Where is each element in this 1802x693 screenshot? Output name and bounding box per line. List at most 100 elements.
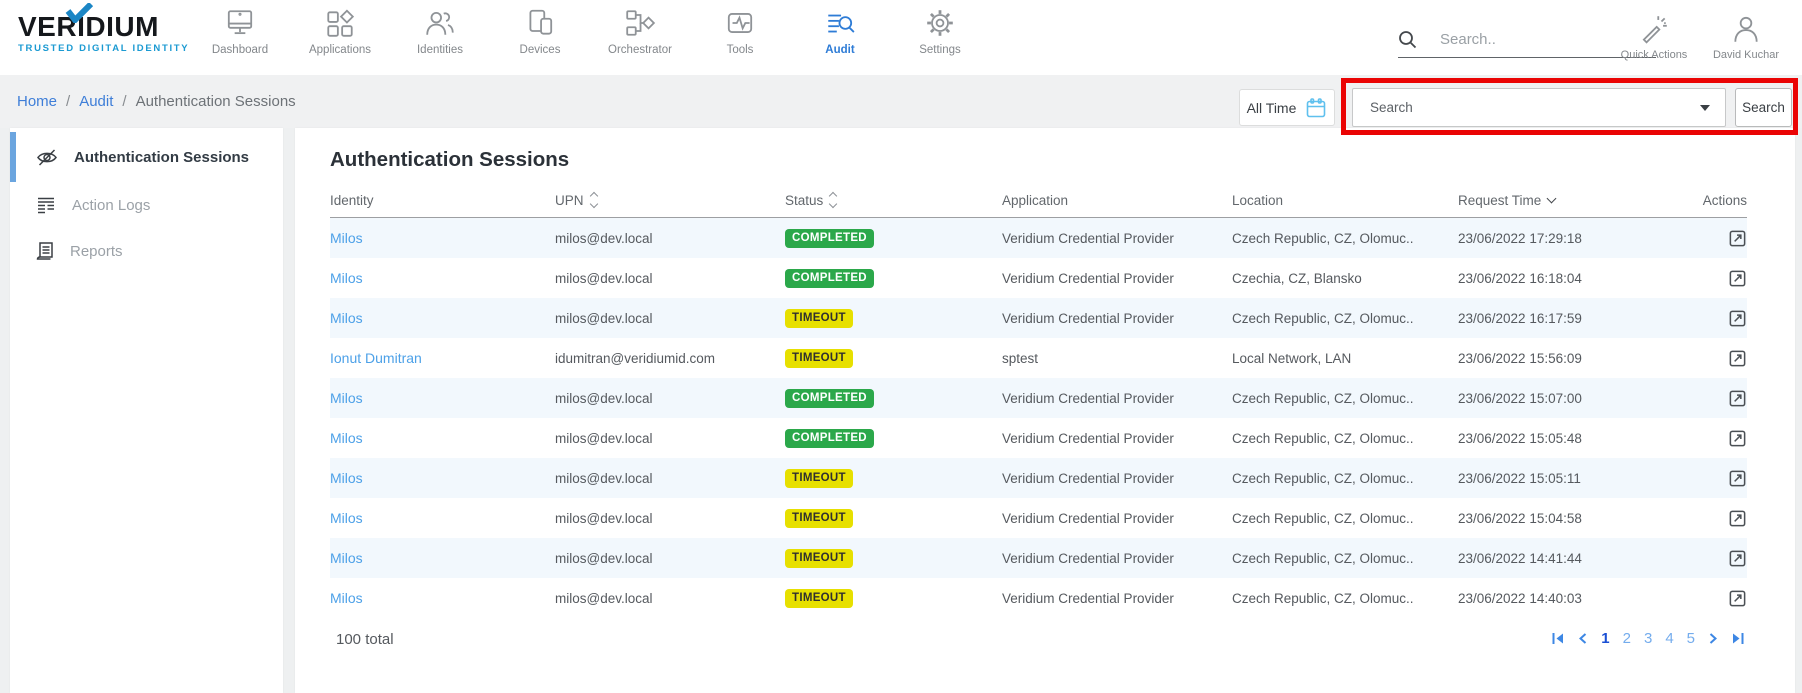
- global-search-placeholder: Search..: [1440, 31, 1496, 48]
- nav-item-tools[interactable]: Tools: [690, 7, 790, 56]
- open-session-icon[interactable]: [1728, 349, 1747, 368]
- status-badge: COMPLETED: [785, 429, 874, 448]
- application-cell: Veridium Credential Provider: [1002, 431, 1232, 446]
- status-badge: TIMEOUT: [785, 589, 853, 608]
- column-header-upn[interactable]: UPN: [555, 193, 785, 208]
- sidebar-item-label: Authentication Sessions: [74, 149, 249, 166]
- page-number-5[interactable]: 5: [1687, 630, 1695, 647]
- next-page-icon[interactable]: [1708, 632, 1718, 645]
- nav-label: Devices: [520, 44, 561, 56]
- application-cell: Veridium Credential Provider: [1002, 471, 1232, 486]
- application-cell: sptest: [1002, 351, 1232, 366]
- sort-desc-icon: [1547, 193, 1557, 203]
- page-number-1[interactable]: 1: [1601, 630, 1609, 647]
- identity-link[interactable]: Milos: [330, 310, 363, 326]
- application-cell: Veridium Credential Provider: [1002, 271, 1232, 286]
- open-session-icon[interactable]: [1728, 389, 1747, 408]
- nav-item-applications[interactable]: Applications: [290, 7, 390, 56]
- nav-item-audit[interactable]: Audit: [790, 7, 890, 56]
- nav-item-settings[interactable]: Settings: [890, 7, 990, 56]
- identity-link[interactable]: Ionut Dumitran: [330, 350, 422, 366]
- sessions-table: Identity UPN Status Application Location…: [330, 183, 1747, 618]
- sidebar-item-action-logs[interactable]: Action Logs: [10, 182, 283, 228]
- open-session-icon[interactable]: [1728, 269, 1747, 288]
- dashboard-icon: [224, 7, 256, 39]
- location-cell: Czech Republic, CZ, Olomuc..: [1232, 511, 1458, 526]
- location-cell: Czechia, CZ, Blansko: [1232, 271, 1458, 286]
- location-cell: Czech Republic, CZ, Olomuc..: [1232, 551, 1458, 566]
- table-header-row: Identity UPN Status Application Location…: [330, 183, 1747, 218]
- identity-link[interactable]: Milos: [330, 550, 363, 566]
- breadcrumb-current: Authentication Sessions: [136, 93, 296, 110]
- quick-actions-label: Quick Actions: [1621, 49, 1688, 61]
- search-button[interactable]: Search: [1735, 88, 1792, 127]
- sidebar-item-authentication-sessions[interactable]: Authentication Sessions: [10, 132, 283, 182]
- upn-cell: milos@dev.local: [555, 471, 785, 486]
- logo-text: VERIDIUM: [18, 12, 189, 42]
- application-cell: Veridium Credential Provider: [1002, 511, 1232, 526]
- table-row: Milos milos@dev.local TIMEOUT Veridium C…: [330, 578, 1747, 618]
- page-number-3[interactable]: 3: [1644, 630, 1652, 647]
- column-header-status[interactable]: Status: [785, 193, 1002, 208]
- column-header-location: Location: [1232, 193, 1458, 208]
- open-session-icon[interactable]: [1728, 549, 1747, 568]
- table-row: Milos milos@dev.local COMPLETED Veridium…: [330, 418, 1747, 458]
- location-cell: Czech Republic, CZ, Olomuc..: [1232, 471, 1458, 486]
- tools-icon: [724, 7, 756, 39]
- application-cell: Veridium Credential Provider: [1002, 591, 1232, 606]
- request-time-cell: 23/06/2022 15:05:48: [1458, 431, 1650, 446]
- logo-check-icon: [65, 3, 93, 23]
- breadcrumb-separator: /: [66, 93, 70, 110]
- nav-item-dashboard[interactable]: Dashboard: [190, 7, 290, 56]
- open-session-icon[interactable]: [1728, 429, 1747, 448]
- chevron-down-icon: [1700, 105, 1710, 111]
- last-page-icon[interactable]: [1731, 632, 1745, 645]
- identity-link[interactable]: Milos: [330, 390, 363, 406]
- page-number-2[interactable]: 2: [1623, 630, 1631, 647]
- open-session-icon[interactable]: [1728, 309, 1747, 328]
- main-nav: Dashboard Applications Identities Device…: [190, 7, 990, 56]
- time-range-filter-button[interactable]: All Time: [1239, 89, 1335, 126]
- table-row: Milos milos@dev.local TIMEOUT Veridium C…: [330, 498, 1747, 538]
- nav-label: Orchestrator: [608, 44, 672, 56]
- request-time-cell: 23/06/2022 14:41:44: [1458, 551, 1650, 566]
- quick-actions-button[interactable]: Quick Actions: [1608, 13, 1700, 61]
- nav-item-orchestrator[interactable]: Orchestrator: [590, 7, 690, 56]
- nav-item-identities[interactable]: Identities: [390, 7, 490, 56]
- orchestrator-icon: [624, 7, 656, 39]
- identity-link[interactable]: Milos: [330, 590, 363, 606]
- nav-label: Settings: [919, 44, 961, 56]
- audit-icon: [824, 7, 856, 39]
- status-badge: COMPLETED: [785, 389, 874, 408]
- breadcrumb-audit-link[interactable]: Audit: [79, 93, 113, 110]
- sidebar-item-reports[interactable]: Reports: [10, 228, 283, 274]
- nav-item-devices[interactable]: Devices: [490, 7, 590, 56]
- request-time-cell: 23/06/2022 15:07:00: [1458, 391, 1650, 406]
- identity-link[interactable]: Milos: [330, 470, 363, 486]
- open-session-icon[interactable]: [1728, 589, 1747, 608]
- request-time-cell: 23/06/2022 14:40:03: [1458, 591, 1650, 606]
- identities-icon: [424, 7, 456, 39]
- breadcrumb-home-link[interactable]: Home: [17, 93, 57, 110]
- identity-link[interactable]: Milos: [330, 510, 363, 526]
- identity-link[interactable]: Milos: [330, 270, 363, 286]
- user-menu[interactable]: David Kuchar: [1700, 13, 1792, 61]
- open-session-icon[interactable]: [1728, 509, 1747, 528]
- open-session-icon[interactable]: [1728, 229, 1747, 248]
- search-filter-dropdown[interactable]: Search: [1352, 88, 1726, 127]
- veridium-logo[interactable]: VERIDIUM TRUSTED DIGITAL IDENTITY: [18, 12, 189, 54]
- location-cell: Czech Republic, CZ, Olomuc..: [1232, 231, 1458, 246]
- upn-cell: milos@dev.local: [555, 551, 785, 566]
- open-session-icon[interactable]: [1728, 469, 1747, 488]
- identity-link[interactable]: Milos: [330, 230, 363, 246]
- page-number-4[interactable]: 4: [1665, 630, 1673, 647]
- status-badge: TIMEOUT: [785, 309, 853, 328]
- previous-page-icon[interactable]: [1578, 632, 1588, 645]
- applications-icon: [324, 7, 356, 39]
- upn-cell: milos@dev.local: [555, 431, 785, 446]
- column-header-request-time[interactable]: Request Time: [1458, 193, 1650, 208]
- first-page-icon[interactable]: [1551, 632, 1565, 645]
- upn-cell: milos@dev.local: [555, 591, 785, 606]
- upn-cell: milos@dev.local: [555, 391, 785, 406]
- identity-link[interactable]: Milos: [330, 430, 363, 446]
